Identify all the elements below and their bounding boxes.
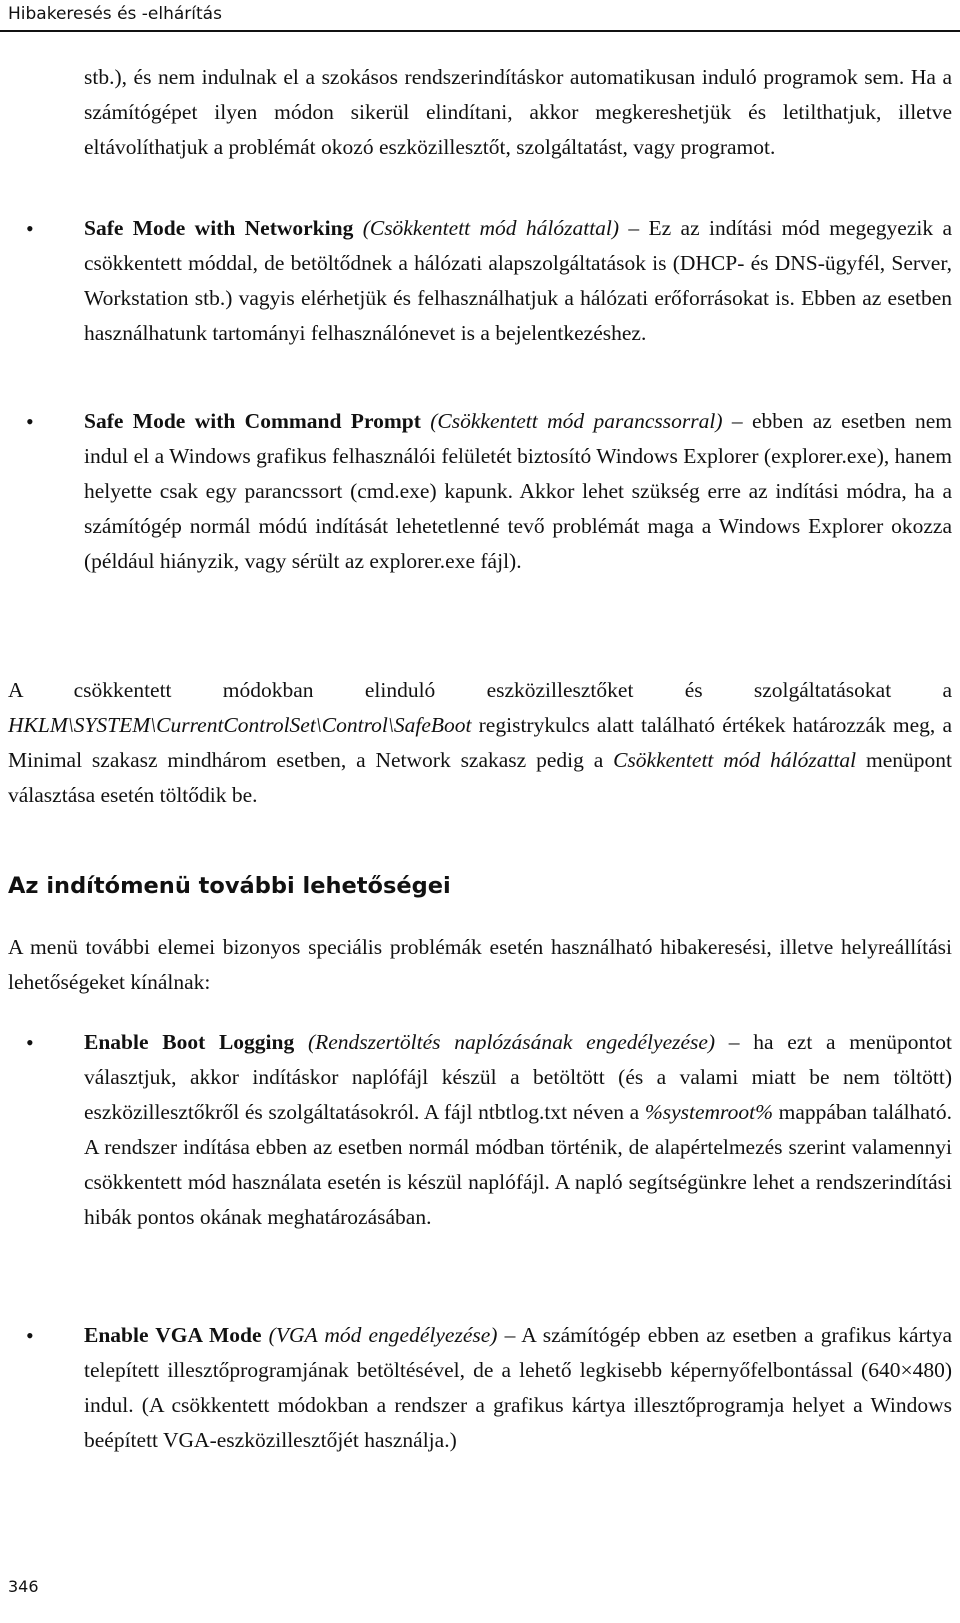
item-title: Safe Mode with Command Prompt <box>84 409 421 433</box>
registry-key: HKLM\SYSTEM\CurrentControlSet\Control\Sa… <box>8 713 472 737</box>
list-item-safe-mode-command-prompt: • Safe Mode with Command Prompt (Csökken… <box>26 404 953 579</box>
menu-item-reference: Csökkentett mód hálózattal <box>613 748 857 772</box>
systemroot-variable: %systemroot% <box>644 1100 774 1124</box>
running-title: Hibakeresés és -elhárítás <box>8 4 222 24</box>
registry-paragraph: A csökkentett módokban elinduló eszközil… <box>8 673 952 813</box>
list-item-safe-mode-networking: • Safe Mode with Networking (Csökkentett… <box>26 211 952 351</box>
item-title: Enable VGA Mode <box>84 1323 262 1347</box>
bullet-icon: • <box>26 216 34 241</box>
section-heading: Az indítómenü további lehetőségei <box>8 873 451 899</box>
header-rule <box>0 30 960 32</box>
item-translation: (Csökkentett mód hálózattal) <box>362 216 620 240</box>
page-number: 346 <box>8 1577 39 1596</box>
item-title: Safe Mode with Networking <box>84 216 354 240</box>
bullet-icon: • <box>26 409 34 434</box>
item-translation: (Csökkentett mód parancssorral) <box>430 409 723 433</box>
list-item-boot-logging: • Enable Boot Logging (Rendszertöltés na… <box>26 1025 952 1235</box>
continuation-paragraph: stb.), és nem indulnak el a szokásos ren… <box>84 65 952 159</box>
bullet-icon: • <box>26 1323 34 1348</box>
list-item-vga-mode: • Enable VGA Mode (VGA mód engedélyezése… <box>26 1318 952 1458</box>
bullet-icon: • <box>26 1030 34 1055</box>
section-intro: A menü további elemei bizonyos speciális… <box>8 935 952 994</box>
item-title: Enable Boot Logging <box>84 1030 295 1054</box>
item-body: – ebben az esetben nem indul el a Window… <box>84 409 953 573</box>
registry-text-before: A csökkentett módokban elinduló eszközil… <box>8 678 952 702</box>
item-translation: (Rendszertöltés naplózásának engedélyezé… <box>307 1030 716 1054</box>
item-translation: (VGA mód engedélyezése) <box>268 1323 498 1347</box>
